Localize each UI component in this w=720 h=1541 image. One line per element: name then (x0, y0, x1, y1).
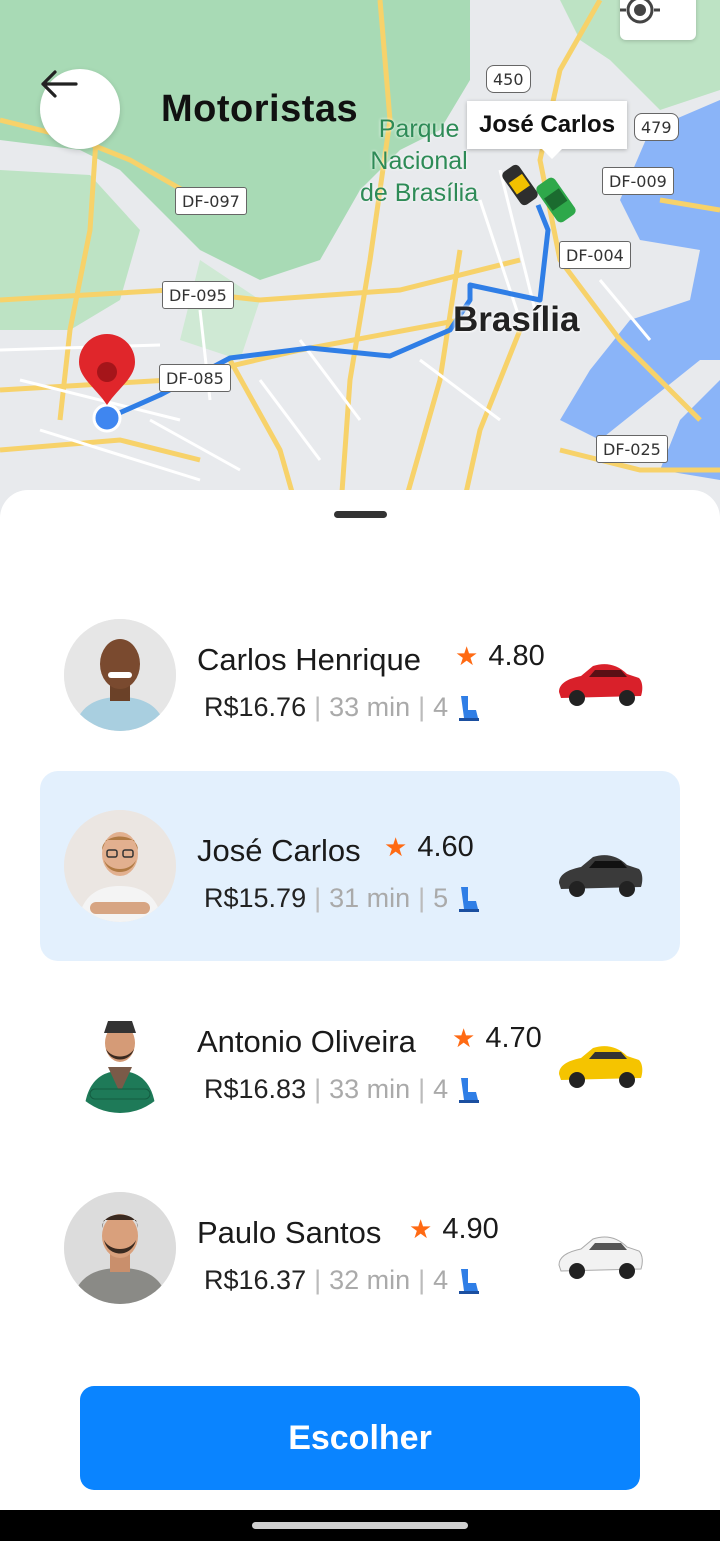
seat-count: 4 (433, 1074, 449, 1104)
road-tag: DF-004 (559, 241, 631, 269)
back-button[interactable] (40, 69, 120, 149)
driver-card[interactable]: Antonio Oliveira ★ 4.70 R$16.83 | 33 min… (40, 962, 680, 1152)
arrow-left-icon (41, 70, 78, 98)
road-tag: 450 (486, 65, 531, 93)
seat-count: 4 (433, 1265, 449, 1295)
car-image (559, 664, 643, 706)
city-label: Brasília (453, 300, 580, 339)
sheet-drag-handle[interactable] (334, 511, 387, 518)
road-tag: DF-009 (602, 167, 674, 195)
map-view[interactable]: Parque Nacional de Brasília Brasília DF-09… (0, 0, 720, 520)
driver-rating: ★ 4.60 (384, 831, 474, 864)
avatar (64, 1192, 176, 1304)
driver-name: Antonio Oliveira (197, 1024, 416, 1059)
trip-info: R$16.83 | 33 min | 4 (204, 1074, 480, 1105)
rating-value: 4.90 (442, 1213, 499, 1245)
trip-price: R$16.37 (204, 1265, 307, 1295)
avatar (64, 1001, 176, 1113)
driver-card[interactable]: José Carlos ★ 4.60 R$15.79 | 31 min | 5 (40, 771, 680, 961)
trip-price: R$15.79 (204, 883, 307, 913)
seat-icon (459, 1077, 480, 1103)
choose-driver-button[interactable]: Escolher (80, 1386, 640, 1490)
driver-rating: ★ 4.90 (409, 1213, 499, 1246)
rating-value: 4.70 (485, 1022, 542, 1054)
park-label: Parque Nacional de Brasília (360, 115, 479, 207)
avatar (64, 810, 176, 922)
trip-price: R$16.76 (204, 692, 307, 722)
seat-icon (459, 1268, 480, 1294)
seat-icon (459, 886, 480, 912)
trip-info: R$15.79 | 31 min | 5 (204, 883, 480, 914)
crosshair-icon (620, 0, 660, 24)
seat-icon (459, 695, 480, 721)
car-image (558, 1236, 643, 1279)
trip-info: R$16.76 | 33 min | 4 (204, 692, 480, 723)
drivers-sheet: Carlos Henrique ★ 4.80 R$16.76 | 33 min … (0, 490, 720, 1520)
star-icon: ★ (384, 832, 408, 862)
page-title: Motoristas (161, 88, 359, 130)
trip-price: R$16.83 (204, 1074, 307, 1104)
driver-rating: ★ 4.70 (452, 1022, 542, 1055)
driver-name: Carlos Henrique (197, 642, 421, 677)
rating-value: 4.60 (417, 831, 474, 863)
seat-count: 5 (433, 883, 449, 913)
driver-card[interactable]: Paulo Santos ★ 4.90 R$16.37 | 32 min | 4 (40, 1153, 680, 1343)
road-tag: DF-095 (162, 281, 234, 309)
star-icon: ★ (455, 641, 479, 671)
trip-time: 31 min (329, 883, 411, 913)
road-tag: 479 (634, 113, 679, 141)
trip-time: 33 min (329, 692, 411, 722)
trip-time: 33 min (329, 1074, 411, 1104)
avatar (64, 619, 176, 731)
road-tag: DF-025 (596, 435, 668, 463)
driver-name: José Carlos (197, 833, 361, 868)
trip-time: 32 min (329, 1265, 411, 1295)
trip-info: R$16.37 | 32 min | 4 (204, 1265, 480, 1296)
my-location-button[interactable] (620, 0, 696, 40)
star-icon: ★ (409, 1214, 433, 1244)
driver-name: Paulo Santos (197, 1215, 382, 1250)
star-icon: ★ (452, 1023, 476, 1053)
car-image (559, 855, 643, 897)
rating-value: 4.80 (488, 640, 545, 672)
road-tag: DF-097 (175, 187, 247, 215)
system-nav-bar (0, 1510, 720, 1541)
seat-count: 4 (433, 692, 449, 722)
selected-car-label[interactable]: José Carlos (467, 101, 628, 159)
driver-card[interactable]: Carlos Henrique ★ 4.80 R$16.76 | 33 min … (40, 580, 680, 770)
road-tag: DF-085 (159, 364, 231, 392)
home-gesture-pill[interactable] (252, 1522, 468, 1529)
car-image (559, 1046, 643, 1088)
driver-rating: ★ 4.80 (455, 640, 545, 673)
